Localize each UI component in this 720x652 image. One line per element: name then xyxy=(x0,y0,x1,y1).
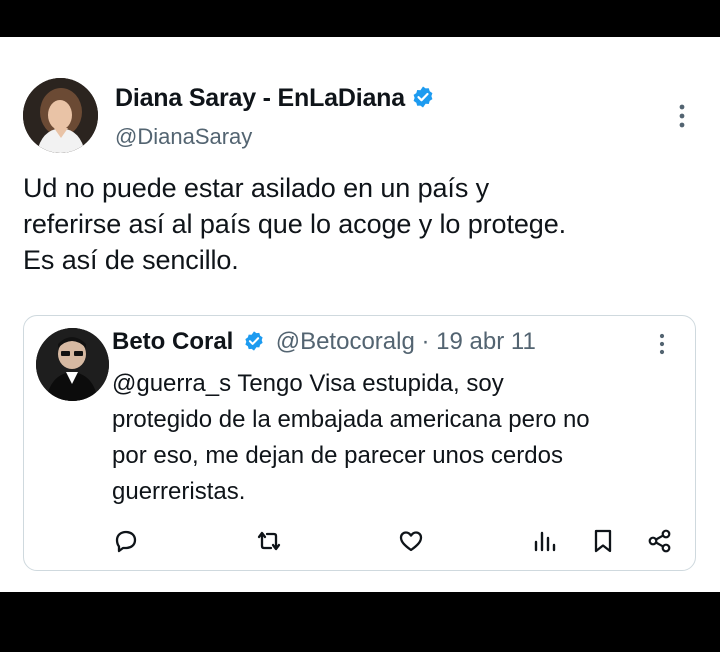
quoted-more-options-icon[interactable] xyxy=(655,332,669,358)
quoted-text-line: @guerra_s Tengo Visa estupida, soy xyxy=(112,370,504,397)
quoted-avatar-image xyxy=(36,328,109,401)
retweet-icon[interactable] xyxy=(254,526,284,556)
quoted-text: @guerra_s Tengo Visa estupida, soy prote… xyxy=(112,366,682,510)
author-avatar[interactable] xyxy=(23,78,98,153)
verified-badge-icon xyxy=(413,86,433,108)
quoted-header: Beto Coral @Betocoralg · 19 abr 11 xyxy=(112,328,536,356)
quoted-text-line: por eso, me dejan de parecer unos cerdos xyxy=(112,442,563,469)
tweet-text-line: Ud no puede estar asilado en un país y xyxy=(23,173,490,203)
quoted-tweet[interactable]: Beto Coral @Betocoralg · 19 abr 11 @guer… xyxy=(23,315,696,571)
tweet-text: Ud no puede estar asilado en un país y r… xyxy=(23,170,703,278)
more-options-icon[interactable] xyxy=(674,102,690,132)
quoted-text-line: protegido de la embajada americana pero … xyxy=(112,406,590,433)
quoted-author-handle[interactable]: @Betocoralg xyxy=(276,328,415,355)
author-handle[interactable]: @DianaSaray xyxy=(115,124,252,150)
author-avatar-image xyxy=(23,78,98,153)
share-icon[interactable] xyxy=(645,526,675,556)
quoted-text-line: guerreristas. xyxy=(112,478,246,505)
bottom-frame-bar xyxy=(0,592,720,652)
reply-icon[interactable] xyxy=(111,526,141,556)
views-icon[interactable] xyxy=(530,526,560,556)
like-icon[interactable] xyxy=(396,526,426,556)
author-name-row: Diana Saray - EnLaDiana xyxy=(115,84,435,113)
tweet-text-line: referirse así al país que lo acoge y lo … xyxy=(23,209,567,239)
verified-badge-icon xyxy=(245,331,263,351)
quoted-date[interactable]: 19 abr 11 xyxy=(436,328,536,355)
quoted-author-name[interactable]: Beto Coral xyxy=(112,328,233,355)
tweet-card: Diana Saray - EnLaDiana @DianaSaray Ud n… xyxy=(0,37,720,592)
top-frame-bar xyxy=(0,0,720,37)
quoted-author-avatar[interactable] xyxy=(36,328,109,401)
tweet-text-line: Es así de sencillo. xyxy=(23,245,239,275)
header-separator: · xyxy=(421,328,430,355)
bookmark-icon[interactable] xyxy=(588,526,618,556)
author-name[interactable]: Diana Saray - EnLaDiana xyxy=(115,84,405,112)
